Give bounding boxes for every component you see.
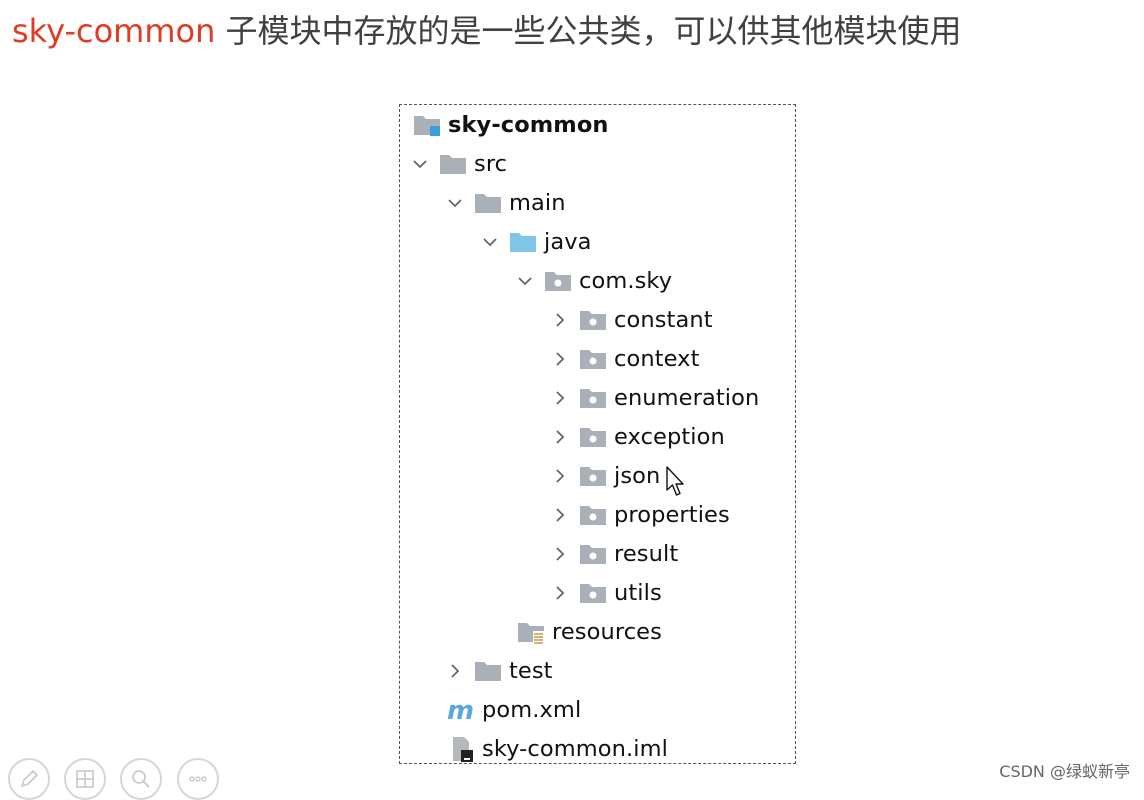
- tree-item-resources[interactable]: resources: [516, 612, 662, 651]
- tree-label-subpackage: properties: [614, 501, 730, 528]
- package-folder-icon: [578, 384, 608, 412]
- heading-accent: sky-common: [12, 12, 216, 50]
- chevron-down-icon[interactable]: [406, 150, 434, 178]
- chevron-right-icon[interactable]: [546, 345, 574, 373]
- tree-item-pom[interactable]: m pom.xml: [446, 690, 581, 729]
- chevron-right-icon[interactable]: [546, 579, 574, 607]
- tree-label-package: com.sky: [579, 267, 673, 294]
- tree-item-subpackage[interactable]: json: [546, 456, 660, 495]
- package-folder-icon: [578, 462, 608, 490]
- layout-icon: [76, 770, 94, 788]
- package-folder-icon: [578, 306, 608, 334]
- tree-item-subpackage[interactable]: context: [546, 339, 700, 378]
- package-folder-icon: [543, 267, 573, 295]
- tree-label-subpackage: constant: [614, 306, 713, 333]
- tree-item-iml[interactable]: sky-common.iml: [446, 729, 668, 768]
- chevron-right-icon[interactable]: [546, 384, 574, 412]
- tree-label-src: src: [474, 150, 508, 177]
- pen-button[interactable]: [8, 758, 50, 800]
- more-dots-icon: [189, 776, 207, 782]
- heading-text: 子模块中存放的是一些公共类，可以供其他模块使用: [215, 12, 962, 50]
- chevron-down-icon[interactable]: [511, 267, 539, 295]
- zoom-button[interactable]: [120, 758, 162, 800]
- chevron-right-icon[interactable]: [546, 462, 574, 490]
- project-tree-panel: sky-common src main java com.sky constan…: [399, 104, 796, 764]
- tree-item-root[interactable]: sky-common: [412, 105, 609, 144]
- chevron-down-icon[interactable]: [441, 189, 469, 217]
- resources-folder-icon: [516, 618, 546, 646]
- tree-label-root: sky-common: [448, 111, 609, 138]
- page-heading: sky-common 子模块中存放的是一些公共类，可以供其他模块使用: [12, 10, 962, 52]
- chevron-right-icon[interactable]: [546, 306, 574, 334]
- package-folder-icon: [578, 345, 608, 373]
- chevron-down-icon[interactable]: [476, 228, 504, 256]
- tree-item-subpackage[interactable]: utils: [546, 573, 662, 612]
- tree-label-subpackage: utils: [614, 579, 662, 606]
- tree-item-package[interactable]: com.sky: [511, 261, 672, 300]
- tree-item-subpackage[interactable]: result: [546, 534, 678, 573]
- tree-item-src[interactable]: src: [406, 144, 507, 183]
- package-folder-icon: [578, 501, 608, 529]
- module-folder-icon: [412, 111, 442, 139]
- tree-item-subpackage[interactable]: constant: [546, 300, 713, 339]
- tree-label-subpackage: result: [614, 540, 679, 567]
- tree-label-subpackage: json: [614, 462, 661, 489]
- package-folder-icon: [578, 423, 608, 451]
- tree-item-java[interactable]: java: [476, 222, 592, 261]
- tree-item-subpackage[interactable]: enumeration: [546, 378, 759, 417]
- chevron-right-icon[interactable]: [546, 423, 574, 451]
- magnifier-icon: [132, 770, 150, 788]
- tree-label-test: test: [509, 657, 553, 684]
- tree-item-subpackage[interactable]: properties: [546, 495, 730, 534]
- tree-item-subpackage[interactable]: exception: [546, 417, 725, 456]
- maven-m-icon: m: [446, 696, 476, 724]
- chevron-right-icon[interactable]: [441, 657, 469, 685]
- chevron-right-icon[interactable]: [546, 540, 574, 568]
- tree-label-subpackage: context: [614, 345, 700, 372]
- watermark: CSDN @绿蚁新亭: [999, 762, 1130, 781]
- svg-text:m: m: [447, 697, 474, 723]
- tree-label-resources: resources: [552, 618, 662, 645]
- tree-label-subpackage: enumeration: [614, 384, 760, 411]
- tree-label-main: main: [509, 189, 566, 216]
- tree-item-test[interactable]: test: [441, 651, 553, 690]
- pen-icon: [20, 769, 39, 788]
- tree-label-subpackage: exception: [614, 423, 725, 450]
- layout-button[interactable]: [64, 758, 106, 800]
- package-folder-icon: [578, 540, 608, 568]
- source-root-folder-icon: [508, 228, 538, 256]
- package-folder-icon: [578, 579, 608, 607]
- mouse-cursor-icon: [666, 466, 684, 496]
- tree-item-main[interactable]: main: [441, 183, 566, 222]
- iml-file-icon: [446, 735, 476, 763]
- tree-label-iml: sky-common.iml: [482, 735, 668, 762]
- more-button[interactable]: [177, 758, 219, 800]
- chevron-right-icon[interactable]: [546, 501, 574, 529]
- folder-icon: [473, 657, 503, 685]
- tree-label-pom: pom.xml: [482, 696, 582, 723]
- tree-label-java: java: [544, 228, 592, 255]
- folder-icon: [438, 150, 468, 178]
- folder-icon: [473, 189, 503, 217]
